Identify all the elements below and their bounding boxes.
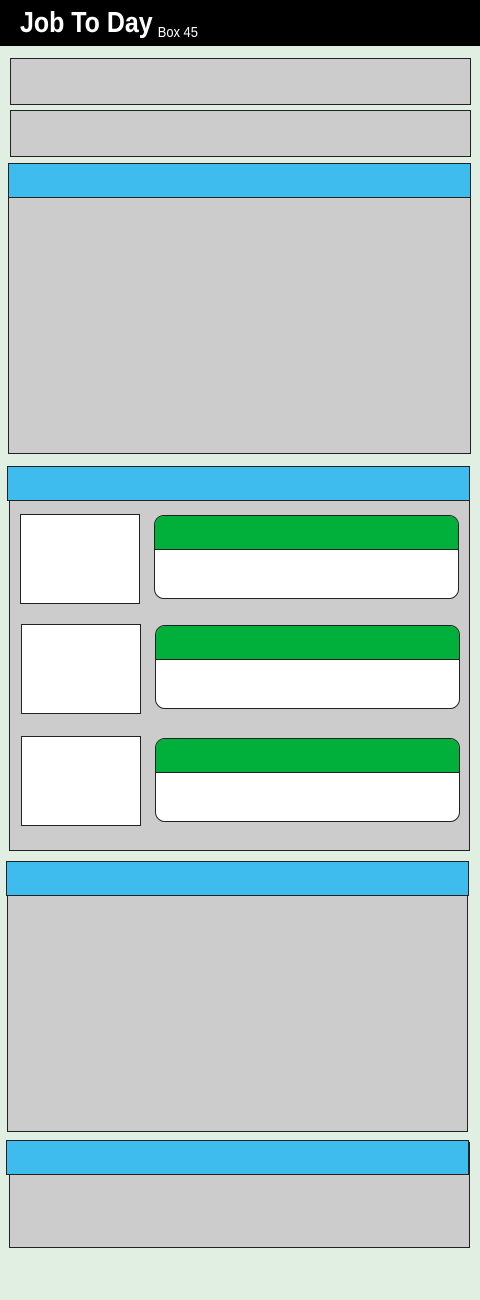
- panel-2-header: [7, 466, 470, 501]
- list-item-1-card-header: [155, 516, 458, 550]
- list-item-1-card[interactable]: [154, 515, 459, 599]
- top-box-1: [10, 58, 471, 105]
- list-item-2-card[interactable]: [155, 625, 460, 709]
- top-box-2: [10, 110, 471, 157]
- list-item-2-card-header: [156, 626, 459, 660]
- app-title: Job To Day Box 45: [20, 6, 198, 50]
- panel-1-header: [8, 163, 471, 198]
- panel-3-header: [6, 861, 469, 896]
- list-item-3-card-header: [156, 739, 459, 773]
- top-bar: Job To Day Box 45: [0, 0, 480, 46]
- app-title-text: Job To Day: [20, 7, 153, 39]
- panel-1: [8, 164, 471, 454]
- list-item-2-thumbnail[interactable]: [21, 624, 141, 714]
- list-item-1-thumbnail[interactable]: [20, 514, 140, 604]
- panel-4-header: [6, 1140, 469, 1175]
- app-subtitle: Box 45: [157, 24, 198, 41]
- list-item-3-card[interactable]: [155, 738, 460, 822]
- list-item-3-thumbnail[interactable]: [21, 736, 141, 826]
- panel-3: [7, 862, 468, 1132]
